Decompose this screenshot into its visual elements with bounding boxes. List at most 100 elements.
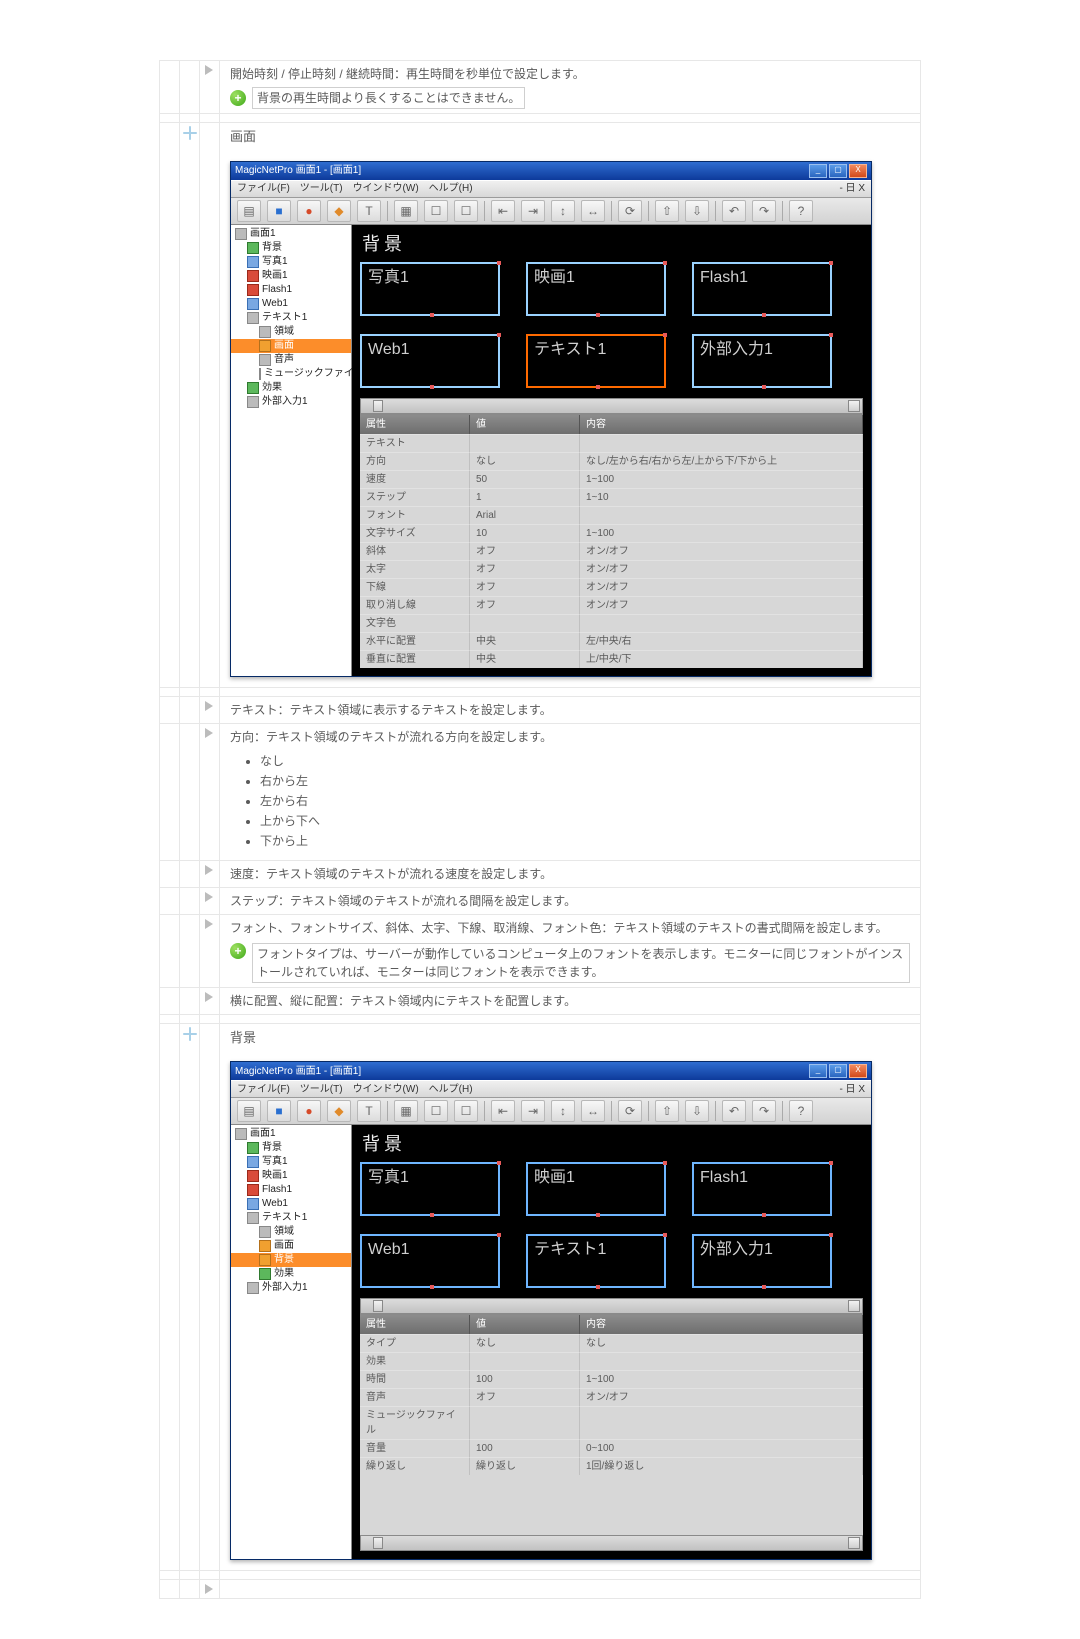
toolbar-icon[interactable]: ↔: [581, 1100, 605, 1122]
tree-node[interactable]: 外部入力1: [231, 395, 351, 409]
toolbar-icon[interactable]: ☐: [454, 1100, 478, 1122]
menu-help[interactable]: ヘルプ(H): [429, 181, 473, 196]
tree-node[interactable]: Flash1: [231, 1183, 351, 1197]
property-cell[interactable]: [470, 1352, 580, 1370]
toolbar-icon[interactable]: ☐: [454, 200, 478, 222]
minimize-icon[interactable]: _: [809, 1064, 827, 1078]
tree-node[interactable]: テキスト1: [231, 1211, 351, 1225]
toolbar-icon[interactable]: ▦: [394, 200, 418, 222]
maximize-icon[interactable]: ▢: [829, 1064, 847, 1078]
property-cell[interactable]: オフ: [470, 596, 580, 614]
toolbar-icon[interactable]: ?: [789, 1100, 813, 1122]
property-cell[interactable]: オフ: [470, 1388, 580, 1406]
toolbar-icon[interactable]: ↕: [551, 200, 575, 222]
toolbar-icon[interactable]: ?: [789, 200, 813, 222]
property-cell[interactable]: 1: [470, 488, 580, 506]
toolbar-icon[interactable]: ⇩: [685, 200, 709, 222]
menu-tool[interactable]: ツール(T): [300, 181, 343, 196]
toolbar-icon[interactable]: ⇧: [655, 200, 679, 222]
minimize-icon[interactable]: _: [809, 164, 827, 178]
close-icon[interactable]: X: [849, 1064, 867, 1078]
toolbar-icon[interactable]: T: [357, 1100, 381, 1122]
mdi-controls[interactable]: - 日 X: [839, 1082, 865, 1097]
close-icon[interactable]: X: [849, 164, 867, 178]
toolbar-icon[interactable]: ▤: [237, 1100, 261, 1122]
property-cell[interactable]: 100: [470, 1439, 580, 1457]
tree-node[interactable]: テキスト1: [231, 311, 351, 325]
tree-node[interactable]: Web1: [231, 297, 351, 311]
horizontal-scrollbar[interactable]: [360, 1535, 863, 1551]
tree-node[interactable]: 映画1: [231, 1169, 351, 1183]
toolbar-icon[interactable]: ↶: [722, 1100, 746, 1122]
toolbar-icon[interactable]: ●: [297, 200, 321, 222]
toolbar-icon[interactable]: ⇥: [521, 1100, 545, 1122]
tree-node[interactable]: 背景: [231, 1253, 351, 1267]
tile-external[interactable]: 外部入力1: [692, 1234, 832, 1288]
tile-text[interactable]: テキスト1: [526, 1234, 666, 1288]
tree-node[interactable]: Web1: [231, 1197, 351, 1211]
toolbar-icon[interactable]: T: [357, 200, 381, 222]
property-cell[interactable]: 10: [470, 524, 580, 542]
toolbar-icon[interactable]: ⟳: [618, 200, 642, 222]
toolbar-icon[interactable]: ↕: [551, 1100, 575, 1122]
tree-node[interactable]: 画面1: [231, 227, 351, 241]
tree-node[interactable]: 写真1: [231, 1155, 351, 1169]
tree-node[interactable]: 画面1: [231, 1127, 351, 1141]
tree-node[interactable]: 画面: [231, 339, 351, 353]
property-cell[interactable]: 中央: [470, 632, 580, 650]
tree-node[interactable]: 背景: [231, 241, 351, 255]
tree-node[interactable]: ミュージックファイル: [231, 367, 351, 381]
toolbar-icon[interactable]: ⟳: [618, 1100, 642, 1122]
toolbar-icon[interactable]: ⇥: [521, 200, 545, 222]
tile-web[interactable]: Web1: [360, 334, 500, 388]
property-cell[interactable]: [470, 1406, 580, 1439]
toolbar-icon[interactable]: ☐: [424, 200, 448, 222]
menu-help[interactable]: ヘルプ(H): [429, 1082, 473, 1097]
tree-node[interactable]: 効果: [231, 381, 351, 395]
toolbar-icon[interactable]: ◆: [327, 1100, 351, 1122]
toolbar-icon[interactable]: ▤: [237, 200, 261, 222]
property-cell[interactable]: 50: [470, 470, 580, 488]
menu-file[interactable]: ファイル(F): [237, 1082, 290, 1097]
toolbar-icon[interactable]: ■: [267, 200, 291, 222]
toolbar-icon[interactable]: ◆: [327, 200, 351, 222]
property-cell[interactable]: Arial: [470, 506, 580, 524]
maximize-icon[interactable]: ▢: [829, 164, 847, 178]
toolbar-icon[interactable]: ■: [267, 1100, 291, 1122]
toolbar-icon[interactable]: ⇤: [491, 1100, 515, 1122]
horizontal-scrollbar[interactable]: [360, 398, 863, 414]
tree-node[interactable]: 領域: [231, 1225, 351, 1239]
property-cell[interactable]: 100: [470, 1370, 580, 1388]
property-cell[interactable]: 中央: [470, 650, 580, 668]
menu-file[interactable]: ファイル(F): [237, 181, 290, 196]
tile-flash[interactable]: Flash1: [692, 262, 832, 316]
tree-node[interactable]: 効果: [231, 1267, 351, 1281]
property-cell[interactable]: オフ: [470, 578, 580, 596]
tree-node[interactable]: Flash1: [231, 283, 351, 297]
toolbar-icon[interactable]: ↔: [581, 200, 605, 222]
toolbar-icon[interactable]: ⇩: [685, 1100, 709, 1122]
toolbar-icon[interactable]: ↷: [752, 1100, 776, 1122]
menu-tool[interactable]: ツール(T): [300, 1082, 343, 1097]
tile-movie[interactable]: 映画1: [526, 262, 666, 316]
tile-flash[interactable]: Flash1: [692, 1162, 832, 1216]
property-cell[interactable]: なし: [470, 452, 580, 470]
menu-window[interactable]: ウインドウ(W): [353, 1082, 419, 1097]
tile-text[interactable]: テキスト1: [526, 334, 666, 388]
property-cell[interactable]: [470, 614, 580, 632]
tile-movie[interactable]: 映画1: [526, 1162, 666, 1216]
tile-photo[interactable]: 写真1: [360, 1162, 500, 1216]
toolbar-icon[interactable]: ●: [297, 1100, 321, 1122]
toolbar-icon[interactable]: ⇤: [491, 200, 515, 222]
tile-external[interactable]: 外部入力1: [692, 334, 832, 388]
toolbar-icon[interactable]: ▦: [394, 1100, 418, 1122]
menu-window[interactable]: ウインドウ(W): [353, 181, 419, 196]
mdi-controls[interactable]: - 日 X: [839, 181, 865, 196]
property-cell[interactable]: オフ: [470, 560, 580, 578]
property-cell[interactable]: [470, 434, 580, 452]
tree-node[interactable]: 写真1: [231, 255, 351, 269]
tree-node[interactable]: 背景: [231, 1141, 351, 1155]
tree-node[interactable]: 音声: [231, 353, 351, 367]
tree-node[interactable]: 画面: [231, 1239, 351, 1253]
tile-photo[interactable]: 写真1: [360, 262, 500, 316]
